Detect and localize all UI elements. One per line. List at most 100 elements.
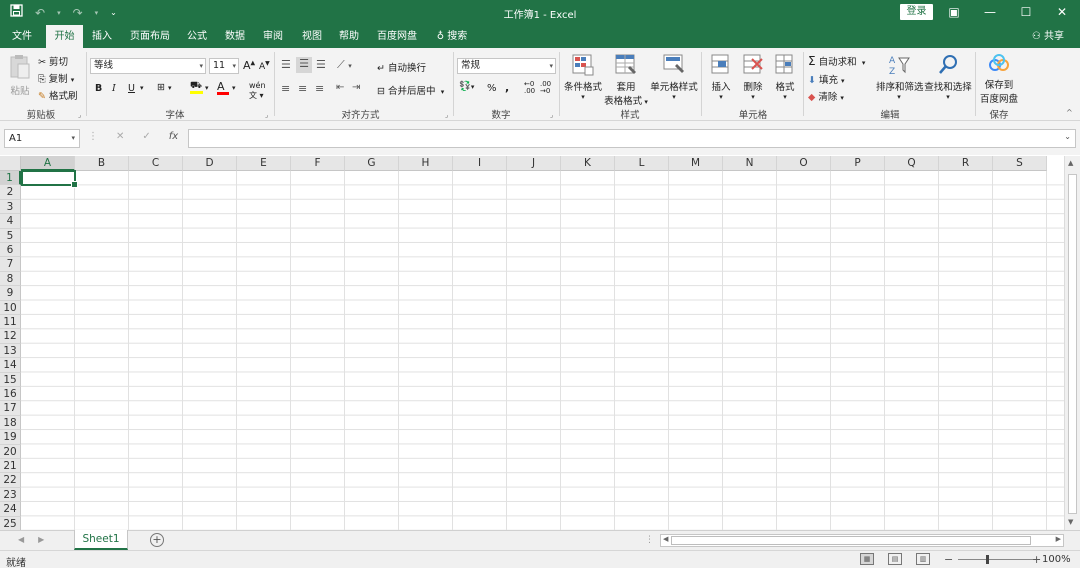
- row-header-23[interactable]: 23: [0, 487, 21, 503]
- shrink-font-button[interactable]: A▼: [259, 60, 270, 72]
- column-header-d[interactable]: D: [183, 156, 237, 171]
- tab-view[interactable]: 视图: [296, 25, 328, 48]
- ribbon-display-options-icon[interactable]: ▣: [936, 0, 972, 25]
- column-header-c[interactable]: C: [129, 156, 183, 171]
- row-header-8[interactable]: 8: [0, 271, 21, 287]
- active-cell-a1[interactable]: [21, 170, 78, 188]
- insert-cells-button[interactable]: 插入 ▾: [708, 54, 734, 101]
- tab-home[interactable]: 开始: [46, 25, 83, 48]
- close-icon[interactable]: ✕: [1044, 0, 1080, 25]
- fill-color-dropdown-icon[interactable]: ▾: [205, 84, 209, 92]
- merge-center-button[interactable]: ⊟ 合并后居中 ▾: [377, 83, 444, 97]
- tab-review[interactable]: 审阅: [257, 25, 289, 48]
- clipboard-launcher-icon[interactable]: ⌟: [78, 111, 81, 119]
- decrease-indent-icon[interactable]: ⇤: [336, 82, 344, 93]
- zoom-in-button[interactable]: +: [1032, 553, 1041, 566]
- row-header-3[interactable]: 3: [0, 199, 21, 215]
- vertical-scroll-thumb[interactable]: [1068, 174, 1077, 514]
- accounting-format-icon[interactable]: 💱▾: [459, 81, 474, 92]
- paste-button[interactable]: 粘贴: [8, 54, 32, 97]
- cancel-icon[interactable]: ✕: [116, 131, 124, 142]
- worksheet-grid[interactable]: ABCDEFGHIJKLMNOPQRS 1 2 3 4 5 6 7 8 9 10 11 12 13 14 1…: [0, 156, 1080, 530]
- font-name-select[interactable]: 等线 ▾: [90, 58, 206, 74]
- tab-file[interactable]: 文件: [4, 25, 40, 48]
- column-header-g[interactable]: G: [345, 156, 399, 171]
- row-header-7[interactable]: 7: [0, 257, 21, 272]
- column-header-f[interactable]: F: [291, 156, 345, 171]
- row-header-6[interactable]: 6: [0, 243, 21, 258]
- fill-button[interactable]: ⬇ 填充 ▾: [808, 72, 845, 86]
- horizontal-scrollbar[interactable]: ◀ ▶: [660, 534, 1064, 547]
- column-header-l[interactable]: L: [615, 156, 669, 171]
- autosum-button[interactable]: Σ 自动求和 ▾: [808, 54, 865, 68]
- row-header-21[interactable]: 21: [0, 459, 21, 474]
- zoom-slider[interactable]: [958, 555, 1040, 564]
- column-header-s[interactable]: S: [993, 156, 1047, 171]
- tab-help[interactable]: 帮助: [333, 25, 365, 48]
- increase-decimal-icon[interactable]: ←0.00: [524, 81, 535, 95]
- page-break-preview-icon[interactable]: ▥: [916, 553, 930, 565]
- orientation-icon[interactable]: ⟋ ▾: [337, 58, 352, 72]
- horizontal-scroll-thumb[interactable]: [671, 536, 1031, 545]
- expand-formula-bar-icon[interactable]: ⌄: [1064, 132, 1071, 141]
- insert-function-icon[interactable]: fx: [169, 131, 178, 142]
- format-painter-button[interactable]: ✎ 格式刷: [38, 88, 78, 102]
- minimize-icon[interactable]: —: [972, 0, 1008, 25]
- comma-style-button[interactable]: ,: [505, 81, 509, 94]
- normal-view-icon[interactable]: ▦: [860, 553, 874, 565]
- row-header-20[interactable]: 20: [0, 444, 21, 459]
- restore-icon[interactable]: ☐: [1008, 0, 1044, 25]
- conditional-formatting-button[interactable]: 条件格式 ▾: [563, 54, 603, 101]
- tab-page-layout[interactable]: 页面布局: [126, 25, 174, 48]
- next-sheet-icon[interactable]: ▶: [38, 535, 44, 544]
- sheet-tab-sheet1[interactable]: Sheet1: [74, 530, 128, 550]
- italic-button[interactable]: I: [112, 83, 116, 94]
- column-header-r[interactable]: R: [939, 156, 993, 171]
- align-center-icon[interactable]: ≡: [298, 82, 307, 95]
- add-sheet-icon[interactable]: +: [150, 533, 164, 547]
- tab-baidu-netdisk[interactable]: 百度网盘: [372, 25, 422, 48]
- align-bottom-icon[interactable]: ☰: [316, 58, 326, 71]
- row-header-12[interactable]: 12: [0, 329, 21, 344]
- select-all-corner[interactable]: [0, 156, 21, 171]
- format-as-table-button[interactable]: 套用 表格格式 ▾: [604, 54, 648, 107]
- scroll-right-icon[interactable]: ▶: [1056, 535, 1061, 543]
- column-header-j[interactable]: J: [507, 156, 561, 171]
- find-select-button[interactable]: 查找和选择 ▾: [924, 54, 972, 101]
- underline-dropdown-icon[interactable]: ▾: [140, 84, 144, 92]
- enter-icon[interactable]: ✓: [142, 131, 150, 142]
- row-header-18[interactable]: 18: [0, 415, 21, 431]
- column-header-o[interactable]: O: [777, 156, 831, 171]
- zoom-level[interactable]: 100%: [1042, 554, 1071, 565]
- row-header-15[interactable]: 15: [0, 372, 21, 387]
- align-left-icon[interactable]: ≡: [281, 82, 290, 95]
- align-right-icon[interactable]: ≡: [315, 82, 324, 95]
- column-header-p[interactable]: P: [831, 156, 885, 171]
- cell-area[interactable]: [21, 171, 1064, 530]
- row-header-24[interactable]: 24: [0, 502, 21, 517]
- row-header-5[interactable]: 5: [0, 228, 21, 243]
- row-header-2[interactable]: 2: [0, 185, 21, 200]
- row-header-16[interactable]: 16: [0, 387, 21, 402]
- column-header-i[interactable]: I: [453, 156, 507, 171]
- tab-data[interactable]: 数据: [219, 25, 251, 48]
- font-color-dropdown-icon[interactable]: ▾: [232, 84, 236, 92]
- scroll-left-icon[interactable]: ◀: [663, 535, 668, 543]
- row-header-13[interactable]: 13: [0, 343, 21, 359]
- scroll-down-icon[interactable]: ▼: [1068, 518, 1073, 526]
- font-launcher-icon[interactable]: ⌟: [265, 111, 268, 119]
- tab-search[interactable]: ♁ 搜索: [432, 25, 472, 48]
- column-header-n[interactable]: N: [723, 156, 777, 171]
- vertical-scrollbar[interactable]: ▲ ▼: [1064, 156, 1080, 530]
- prev-sheet-icon[interactable]: ◀: [18, 535, 24, 544]
- wrap-text-button[interactable]: ↵ 自动换行: [377, 60, 426, 74]
- name-box[interactable]: A1 ▾: [4, 129, 80, 148]
- increase-indent-icon[interactable]: ⇥: [352, 82, 360, 93]
- underline-button[interactable]: U: [128, 83, 135, 94]
- collapse-ribbon-icon[interactable]: ^: [1066, 108, 1073, 117]
- row-header-9[interactable]: 9: [0, 286, 21, 301]
- font-color-button[interactable]: A: [217, 80, 229, 95]
- column-header-m[interactable]: M: [669, 156, 723, 171]
- scroll-up-icon[interactable]: ▲: [1068, 159, 1073, 167]
- column-header-k[interactable]: K: [561, 156, 615, 171]
